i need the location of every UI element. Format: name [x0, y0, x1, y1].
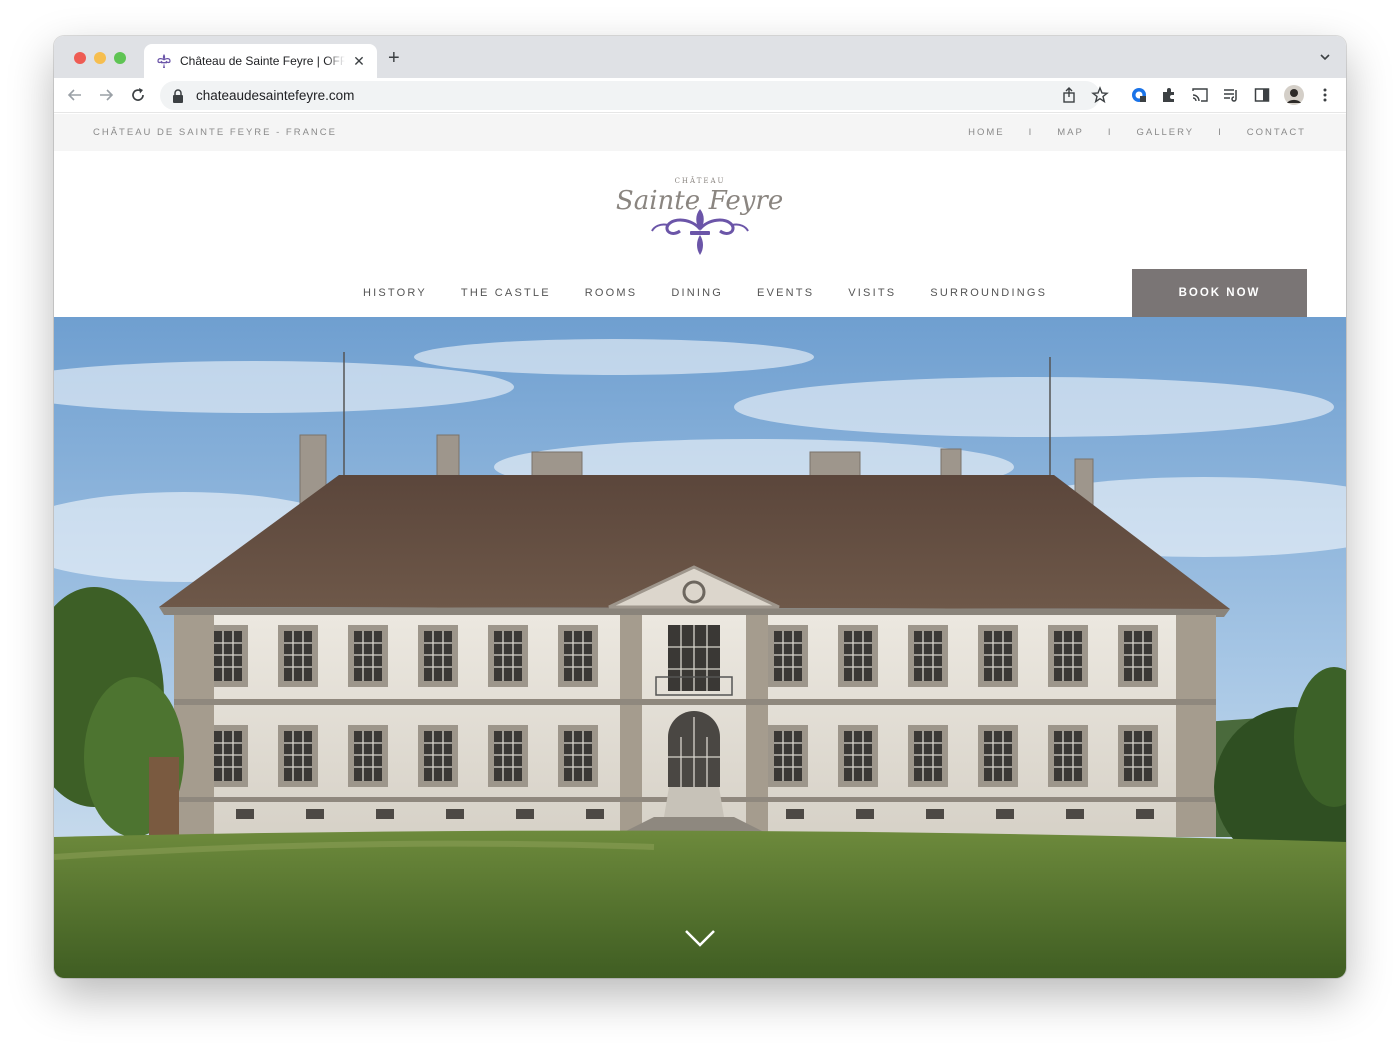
book-now-button[interactable]: BOOK NOW	[1132, 269, 1307, 317]
forward-arrow-icon[interactable]	[97, 86, 115, 104]
maximize-window-button[interactable]	[114, 52, 126, 64]
url-text: chateaudesaintefeyre.com	[196, 88, 355, 103]
site-brand-text: CHÂTEAU DE SAINTE FEYRE - FRANCE	[93, 127, 337, 138]
close-window-button[interactable]	[74, 52, 86, 64]
nav-the-castle[interactable]: THE CASTLE	[461, 287, 551, 299]
util-nav-home[interactable]: HOME	[968, 127, 1005, 138]
reload-icon[interactable]	[129, 86, 147, 104]
upper-windows-right	[768, 619, 1176, 699]
main-nav: HISTORY THE CASTLE ROOMS DINING EVENTS V…	[363, 287, 1081, 299]
nav-events[interactable]: EVENTS	[757, 287, 814, 299]
extensions-puzzle-icon[interactable]	[1160, 86, 1178, 104]
cast-icon[interactable]	[1191, 86, 1209, 104]
nav-dining[interactable]: DINING	[671, 287, 723, 299]
hero-image	[54, 317, 1346, 978]
share-icon[interactable]	[1060, 86, 1078, 104]
new-tab-button[interactable]: +	[388, 48, 400, 68]
util-nav-separator: I	[1218, 127, 1223, 138]
tab-strip: Château de Sainte Feyre | OFFICIAL ✕ +	[54, 36, 1346, 78]
tab-search-chevron-icon[interactable]	[1318, 50, 1332, 64]
lock-icon	[173, 88, 183, 103]
util-nav-map[interactable]: MAP	[1057, 127, 1084, 138]
media-queue-icon[interactable]	[1222, 86, 1240, 104]
util-nav-separator: I	[1028, 127, 1034, 138]
site-top-bar: CHÂTEAU DE SAINTE FEYRE - FRANCE HOME I …	[54, 114, 1346, 151]
nav-visits[interactable]: VISITS	[848, 287, 896, 299]
tab-title: Château de Sainte Feyre | OFFICIAL	[180, 54, 345, 68]
string-course	[174, 699, 1216, 705]
logo-top-text: CHÂTEAU	[675, 176, 726, 185]
nav-surroundings[interactable]: SURROUNDINGS	[930, 287, 1047, 299]
tab-close-icon[interactable]: ✕	[351, 53, 367, 70]
upper-windows-left	[214, 619, 620, 699]
lower-windows-left	[214, 710, 620, 792]
browser-window: Château de Sainte Feyre | OFFICIAL ✕ + c…	[54, 36, 1346, 978]
util-nav-contact[interactable]: CONTACT	[1247, 127, 1306, 138]
chateau-photo	[54, 317, 1346, 978]
nav-history[interactable]: HISTORY	[363, 287, 427, 299]
fleur-de-lis-favicon-icon	[157, 54, 171, 68]
util-nav-separator: I	[1107, 127, 1113, 138]
logo-left-text: Sainte	[616, 186, 700, 216]
back-arrow-icon[interactable]	[66, 86, 84, 104]
extension-shield-icon[interactable]	[1130, 86, 1148, 104]
bookmark-star-icon[interactable]	[1091, 86, 1109, 104]
side-panel-icon[interactable]	[1253, 86, 1271, 104]
nav-rooms[interactable]: ROOMS	[585, 287, 638, 299]
chateau-sainte-feyre-logo[interactable]: CHÂTEAU Sainte Feyre	[610, 171, 790, 261]
lower-windows-right	[768, 710, 1176, 792]
browser-tab[interactable]: Château de Sainte Feyre | OFFICIAL ✕	[144, 44, 377, 78]
util-nav-gallery[interactable]: GALLERY	[1136, 127, 1194, 138]
browser-toolbar: chateaudesaintefeyre.com	[54, 78, 1346, 113]
scroll-down-chevron-icon[interactable]	[683, 927, 717, 949]
logo-right-text: Feyre	[708, 186, 784, 216]
minimize-window-button[interactable]	[94, 52, 106, 64]
lawn	[54, 830, 1346, 978]
more-menu-icon[interactable]	[1316, 86, 1334, 104]
utility-nav: HOME I MAP I GALLERY I CONTACT	[968, 127, 1306, 138]
site-header: CHÂTEAU Sainte Feyre HISTORY THE CASTLE …	[54, 151, 1346, 317]
address-bar[interactable]: chateaudesaintefeyre.com	[160, 81, 1100, 110]
profile-avatar-icon[interactable]	[1284, 85, 1304, 105]
